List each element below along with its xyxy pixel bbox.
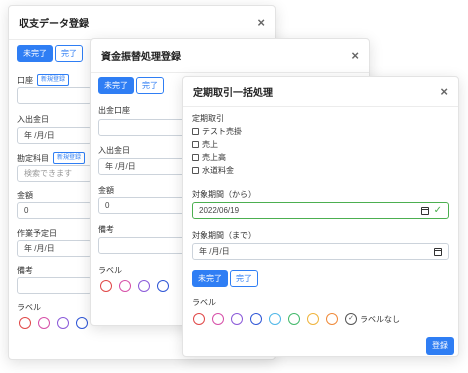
subject-placeholder: 検索できます bbox=[24, 169, 72, 178]
out-account-select[interactable] bbox=[98, 119, 188, 136]
from-date-value: 2022/06/19 bbox=[199, 206, 240, 215]
status-toggle: 未完了 完了 bbox=[192, 270, 260, 287]
to-date-input[interactable]: 年 /月/日 bbox=[192, 243, 449, 260]
no-label-option[interactable]: ✓ ラベルなし bbox=[345, 313, 400, 325]
periodic-item[interactable]: 売上 bbox=[192, 138, 242, 151]
complete-button[interactable]: 完了 bbox=[136, 77, 164, 94]
label-circle-purple[interactable] bbox=[231, 313, 243, 325]
check-circle-icon: ✓ bbox=[345, 313, 357, 325]
incomplete-button[interactable]: 未完了 bbox=[192, 270, 228, 287]
dialog-header: 資金振替処理登録 × bbox=[91, 39, 369, 73]
from-label: 対象期間（から） bbox=[192, 190, 256, 199]
label-section-label: ラベル bbox=[192, 298, 216, 307]
dialog-title: 資金振替処理登録 bbox=[101, 52, 181, 63]
label-circle-blue[interactable] bbox=[250, 313, 262, 325]
label-circle-red[interactable] bbox=[193, 313, 205, 325]
label-circle-green[interactable] bbox=[288, 313, 300, 325]
periodic-label: 定期取引 bbox=[192, 114, 224, 123]
date-input[interactable]: 年 /月/日 bbox=[98, 158, 188, 175]
label-circle-yellow[interactable] bbox=[307, 313, 319, 325]
calendar-icon[interactable] bbox=[420, 206, 429, 215]
date-label: 入出金日 bbox=[17, 115, 49, 124]
label-circle-orange[interactable] bbox=[326, 313, 338, 325]
date-value: 年 /月/日 bbox=[105, 162, 136, 171]
memo-input[interactable] bbox=[17, 277, 92, 294]
label-circle-blue[interactable] bbox=[157, 280, 169, 292]
label-circle-pink[interactable] bbox=[38, 317, 50, 329]
to-date-value: 年 /月/日 bbox=[199, 247, 230, 256]
from-date-input[interactable]: 2022/06/19 ✓ bbox=[192, 202, 449, 219]
close-icon[interactable]: × bbox=[257, 16, 265, 29]
work-date-label: 作業予定日 bbox=[17, 229, 57, 238]
label-circle-purple[interactable] bbox=[57, 317, 69, 329]
amount-value: 0 bbox=[105, 201, 110, 210]
label-circle-red[interactable] bbox=[100, 280, 112, 292]
subject-new-button[interactable]: 新規登録 bbox=[53, 152, 86, 164]
checkbox[interactable] bbox=[192, 154, 199, 161]
work-date-input[interactable]: 年 /月/日 bbox=[17, 240, 92, 257]
dialog-header: 定期取引一括処理 × bbox=[183, 77, 458, 107]
label-circle-red[interactable] bbox=[19, 317, 31, 329]
to-label: 対象期間（まで） bbox=[192, 231, 256, 240]
checkbox[interactable] bbox=[192, 167, 199, 174]
label-color-picker: ✓ ラベルなし bbox=[193, 313, 400, 325]
dialog-title: 定期取引一括処理 bbox=[193, 88, 273, 99]
periodic-batch-dialog: 定期取引一括処理 × 定期取引 テスト売掛 売上 売上高 水道料金 対象期間（か… bbox=[182, 76, 459, 357]
label-section-label: ラベル bbox=[17, 303, 41, 312]
periodic-item-label: 水道料金 bbox=[202, 166, 234, 175]
memo-label: 備考 bbox=[98, 225, 114, 234]
amount-value: 0 bbox=[24, 206, 29, 215]
no-label-text: ラベルなし bbox=[360, 314, 400, 324]
close-icon[interactable]: × bbox=[440, 85, 448, 98]
amount-input[interactable]: 0 bbox=[17, 202, 92, 219]
calendar-icon[interactable] bbox=[434, 247, 442, 256]
periodic-list: テスト売掛 売上 売上高 水道料金 bbox=[192, 125, 242, 177]
work-date-value: 年 /月/日 bbox=[24, 244, 55, 253]
periodic-item-label: 売上高 bbox=[202, 153, 226, 162]
account-new-button[interactable]: 新規登録 bbox=[37, 74, 70, 86]
label-circle-purple[interactable] bbox=[138, 280, 150, 292]
label-color-picker bbox=[100, 280, 169, 292]
label-circle-pink[interactable] bbox=[212, 313, 224, 325]
periodic-item-label: 売上 bbox=[202, 140, 218, 149]
periodic-item[interactable]: テスト売掛 bbox=[192, 125, 242, 138]
complete-button[interactable]: 完了 bbox=[55, 45, 83, 62]
account-field-label: 口座 新規登録 bbox=[17, 74, 70, 86]
periodic-item[interactable]: 水道料金 bbox=[192, 164, 242, 177]
valid-check-icon: ✓ bbox=[433, 205, 442, 216]
subject-search-input[interactable]: 検索できます bbox=[17, 165, 92, 182]
label-section-label: ラベル bbox=[98, 266, 122, 275]
account-select[interactable] bbox=[17, 87, 92, 104]
account-label: 口座 bbox=[17, 75, 33, 85]
periodic-item-label: テスト売掛 bbox=[202, 127, 242, 136]
date-label: 入出金日 bbox=[98, 146, 130, 155]
close-icon[interactable]: × bbox=[351, 49, 359, 62]
status-toggle: 未完了 完了 bbox=[17, 45, 85, 62]
out-account-label: 出金口座 bbox=[98, 106, 130, 115]
complete-button[interactable]: 完了 bbox=[230, 270, 258, 287]
label-circle-blue[interactable] bbox=[76, 317, 88, 329]
checkbox[interactable] bbox=[192, 141, 199, 148]
subject-label: 勘定科目 bbox=[17, 153, 49, 163]
memo-label: 備考 bbox=[17, 266, 33, 275]
dialog-header: 収支データ登録 × bbox=[9, 6, 275, 40]
checkbox[interactable] bbox=[192, 128, 199, 135]
date-value: 年 /月/日 bbox=[24, 131, 55, 140]
subject-field-label: 勘定科目 新規登録 bbox=[17, 152, 86, 164]
periodic-item[interactable]: 売上高 bbox=[192, 151, 242, 164]
register-button[interactable]: 登録 bbox=[426, 337, 454, 355]
label-color-picker bbox=[19, 317, 88, 329]
incomplete-button[interactable]: 未完了 bbox=[98, 77, 134, 94]
dialog-title: 収支データ登録 bbox=[19, 19, 89, 30]
incomplete-button[interactable]: 未完了 bbox=[17, 45, 53, 62]
amount-label: 金額 bbox=[17, 191, 33, 200]
label-circle-lightblue[interactable] bbox=[269, 313, 281, 325]
label-circle-pink[interactable] bbox=[119, 280, 131, 292]
date-input[interactable]: 年 /月/日 bbox=[17, 127, 92, 144]
amount-label: 金額 bbox=[98, 186, 114, 195]
amount-input[interactable]: 0 bbox=[98, 197, 188, 214]
status-toggle: 未完了 完了 bbox=[98, 77, 166, 94]
memo-input[interactable] bbox=[98, 237, 188, 254]
